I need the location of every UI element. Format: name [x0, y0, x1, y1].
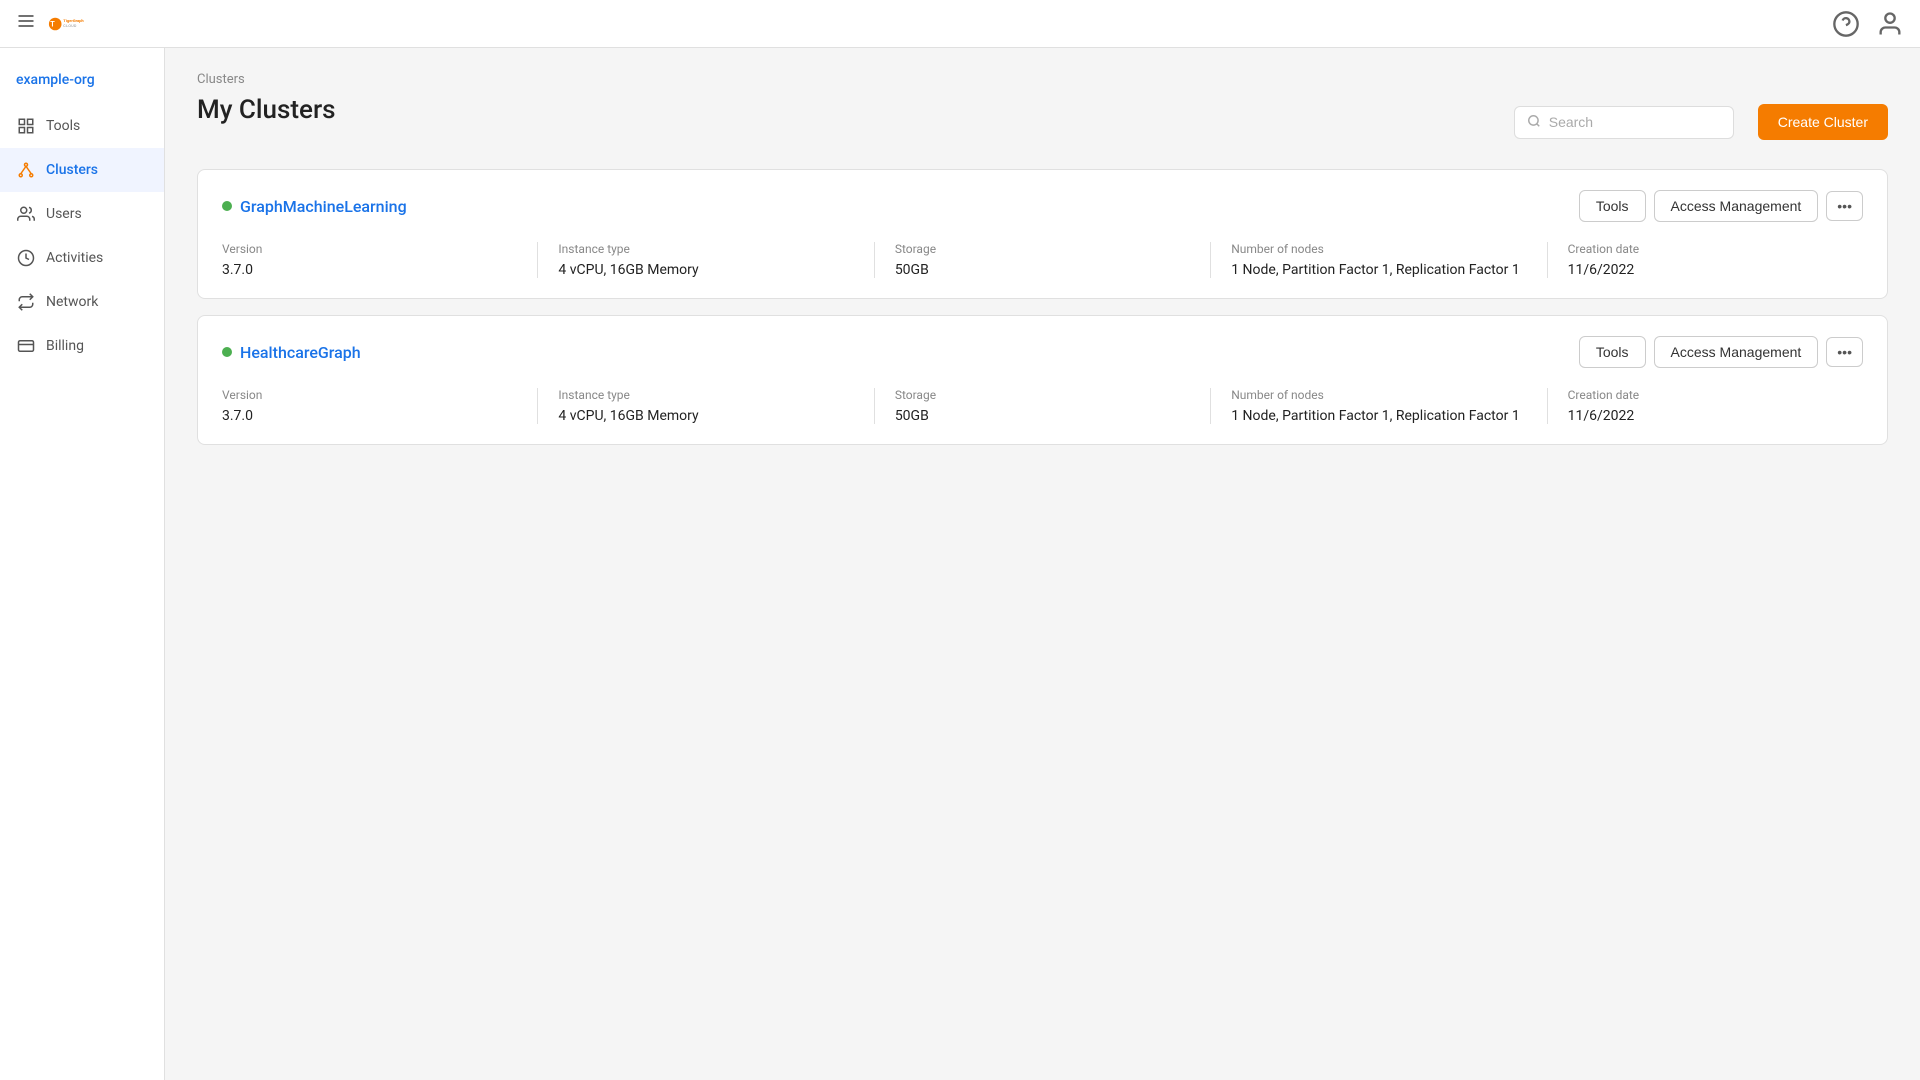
nodes-item-1: Number of nodes 1 Node, Partition Factor…: [1231, 242, 1547, 278]
billing-icon: [16, 336, 36, 356]
cluster-name-1[interactable]: GraphMachineLearning: [240, 197, 407, 216]
cluster-details-2: Version 3.7.0 Instance type 4 vCPU, 16GB…: [222, 388, 1863, 424]
version-value-2: 3.7.0: [222, 408, 517, 424]
cluster-details-1: Version 3.7.0 Instance type 4 vCPU, 16GB…: [222, 242, 1863, 278]
tools-icon: [16, 116, 36, 136]
nodes-value-2: 1 Node, Partition Factor 1, Replication …: [1231, 408, 1526, 424]
tools-button-1[interactable]: Tools: [1579, 190, 1646, 222]
nodes-value-1: 1 Node, Partition Factor 1, Replication …: [1231, 262, 1526, 278]
instance-type-item-2: Instance type 4 vCPU, 16GB Memory: [558, 388, 874, 424]
sidebar-item-activities[interactable]: Activities: [0, 236, 164, 280]
activities-icon: [16, 248, 36, 268]
version-item-1: Version 3.7.0: [222, 242, 538, 278]
version-label-1: Version: [222, 242, 517, 256]
storage-value-1: 50GB: [895, 262, 1190, 278]
creation-date-item-1: Creation date 11/6/2022: [1568, 242, 1863, 278]
sidebar-item-clusters[interactable]: Clusters: [0, 148, 164, 192]
svg-text:CLOUD: CLOUD: [63, 24, 77, 28]
help-icon[interactable]: [1832, 10, 1860, 38]
clusters-icon: [16, 160, 36, 180]
header-actions: Create Cluster: [1514, 104, 1888, 140]
cluster-card-2: HealthcareGraph Tools Access Management …: [197, 315, 1888, 445]
cluster-card-1: GraphMachineLearning Tools Access Manage…: [197, 169, 1888, 299]
instance-type-item-1: Instance type 4 vCPU, 16GB Memory: [558, 242, 874, 278]
sidebar-label-clusters: Clusters: [46, 162, 98, 178]
users-icon: [16, 204, 36, 224]
nodes-label-2: Number of nodes: [1231, 388, 1526, 402]
cluster-actions-1: Tools Access Management •••: [1579, 190, 1863, 222]
cluster-card-header-1: GraphMachineLearning Tools Access Manage…: [222, 190, 1863, 222]
sidebar-label-activities: Activities: [46, 250, 103, 266]
page-header: My Clusters Create Cluster: [197, 95, 1888, 149]
version-value-1: 3.7.0: [222, 262, 517, 278]
status-dot-2: [222, 347, 232, 357]
more-options-button-1[interactable]: •••: [1826, 191, 1863, 221]
top-bar-left: T TigerGraph CLOUD: [16, 6, 84, 42]
top-bar: T TigerGraph CLOUD: [0, 0, 1920, 48]
instance-type-label-1: Instance type: [558, 242, 853, 256]
main-layout: example-org Tools Clusters: [0, 48, 1920, 1080]
nodes-item-2: Number of nodes 1 Node, Partition Factor…: [1231, 388, 1547, 424]
search-box: [1514, 106, 1734, 139]
logo[interactable]: T TigerGraph CLOUD: [48, 6, 84, 42]
cluster-name-row-1: GraphMachineLearning: [222, 197, 407, 216]
tools-button-2[interactable]: Tools: [1579, 336, 1646, 368]
search-icon: [1527, 113, 1541, 132]
sidebar-item-billing[interactable]: Billing: [0, 324, 164, 368]
access-management-button-2[interactable]: Access Management: [1654, 336, 1819, 368]
storage-value-2: 50GB: [895, 408, 1190, 424]
cluster-card-header-2: HealthcareGraph Tools Access Management …: [222, 336, 1863, 368]
cluster-name-row-2: HealthcareGraph: [222, 343, 361, 362]
creation-date-label-1: Creation date: [1568, 242, 1863, 256]
access-management-button-1[interactable]: Access Management: [1654, 190, 1819, 222]
sidebar-label-tools: Tools: [46, 118, 80, 134]
instance-type-label-2: Instance type: [558, 388, 853, 402]
hamburger-icon[interactable]: [16, 11, 36, 36]
svg-text:T: T: [50, 19, 55, 28]
cluster-name-2[interactable]: HealthcareGraph: [240, 343, 361, 362]
storage-label-1: Storage: [895, 242, 1190, 256]
user-avatar[interactable]: [1876, 10, 1904, 38]
creation-date-item-2: Creation date 11/6/2022: [1568, 388, 1863, 424]
storage-item-1: Storage 50GB: [895, 242, 1211, 278]
version-item-2: Version 3.7.0: [222, 388, 538, 424]
sidebar-label-billing: Billing: [46, 338, 84, 354]
content-area: Clusters My Clusters Create Cluster: [165, 48, 1920, 1080]
storage-label-2: Storage: [895, 388, 1190, 402]
cluster-actions-2: Tools Access Management •••: [1579, 336, 1863, 368]
sidebar-label-users: Users: [46, 206, 82, 222]
status-dot-1: [222, 201, 232, 211]
more-options-button-2[interactable]: •••: [1826, 337, 1863, 367]
nodes-label-1: Number of nodes: [1231, 242, 1526, 256]
sidebar-item-users[interactable]: Users: [0, 192, 164, 236]
creation-date-value-2: 11/6/2022: [1568, 408, 1863, 424]
top-bar-right: [1832, 10, 1904, 38]
sidebar-label-network: Network: [46, 294, 98, 310]
version-label-2: Version: [222, 388, 517, 402]
svg-text:TigerGraph: TigerGraph: [63, 18, 84, 23]
instance-type-value-2: 4 vCPU, 16GB Memory: [558, 408, 853, 424]
network-icon: [16, 292, 36, 312]
search-input[interactable]: [1549, 114, 1721, 130]
creation-date-value-1: 11/6/2022: [1568, 262, 1863, 278]
sidebar-item-network[interactable]: Network: [0, 280, 164, 324]
instance-type-value-1: 4 vCPU, 16GB Memory: [558, 262, 853, 278]
sidebar-item-tools[interactable]: Tools: [0, 104, 164, 148]
creation-date-label-2: Creation date: [1568, 388, 1863, 402]
create-cluster-button[interactable]: Create Cluster: [1758, 104, 1888, 140]
page-title: My Clusters: [197, 95, 336, 125]
breadcrumb: Clusters: [197, 72, 1888, 87]
org-name[interactable]: example-org: [0, 64, 164, 104]
sidebar: example-org Tools Clusters: [0, 48, 165, 1080]
storage-item-2: Storage 50GB: [895, 388, 1211, 424]
